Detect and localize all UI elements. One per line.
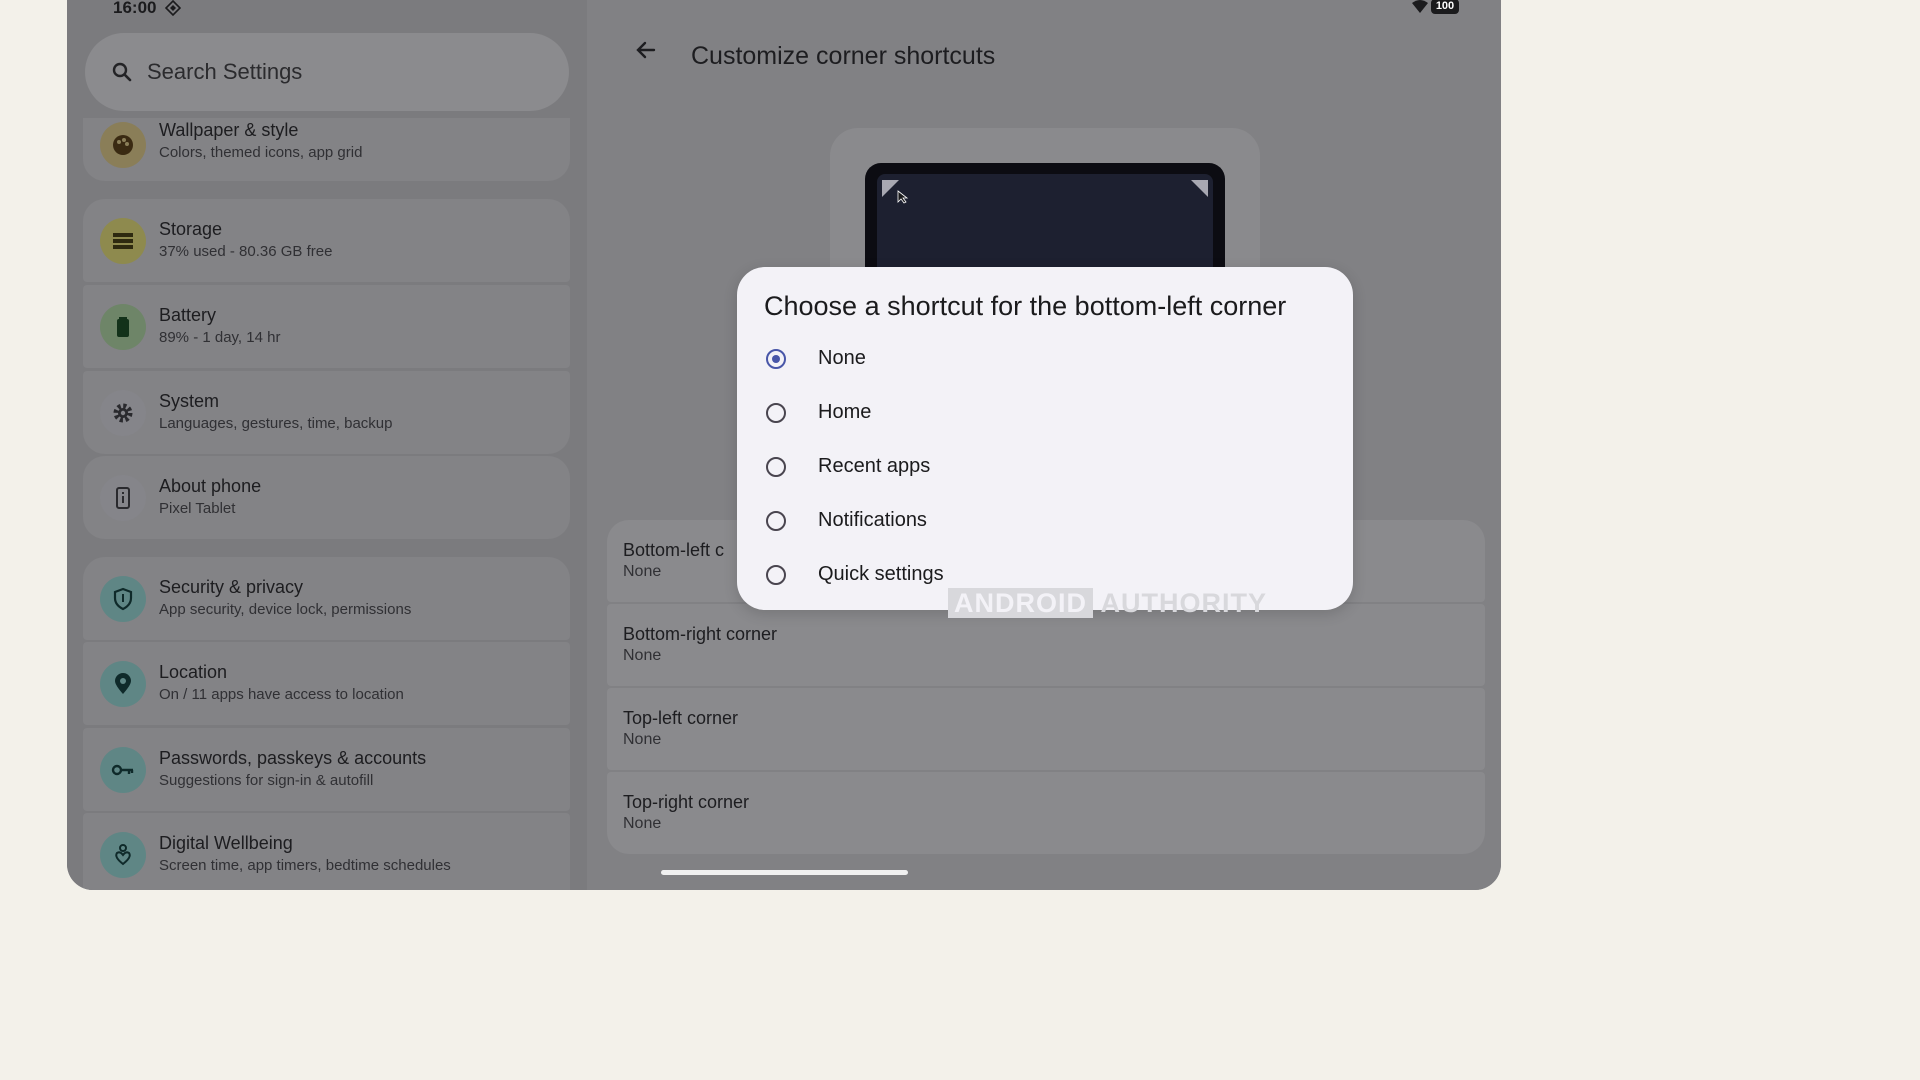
option-notifications[interactable]: Notifications: [764, 501, 1324, 545]
setting-subtitle: 89% - 1 day, 14 hr: [159, 329, 281, 346]
key-icon: [100, 747, 146, 793]
setting-subtitle: Languages, gestures, time, backup: [159, 415, 393, 432]
setting-subtitle: On / 11 apps have access to location: [159, 686, 404, 703]
back-button[interactable]: [632, 36, 660, 69]
corner-value: None: [623, 731, 662, 748]
setting-passwords-accounts[interactable]: Passwords, passkeys & accounts Suggestio…: [83, 728, 570, 811]
setting-about-phone[interactable]: About phone Pixel Tablet: [83, 456, 570, 539]
setting-subtitle: Suggestions for sign-in & autofill: [159, 772, 374, 789]
corner-value: None: [623, 815, 662, 832]
setting-subtitle: Screen time, app timers, bedtime schedul…: [159, 857, 451, 874]
location-pin-icon: [100, 661, 146, 707]
corner-item-top-right[interactable]: Top-right corner None: [607, 772, 1485, 854]
dialog-title: Choose a shortcut for the bottom-left co…: [764, 291, 1287, 321]
setting-battery[interactable]: Battery 89% - 1 day, 14 hr: [83, 285, 570, 368]
setting-storage[interactable]: Storage 37% used - 80.36 GB free: [83, 199, 570, 282]
palette-icon: [100, 122, 146, 168]
radio-button[interactable]: [766, 403, 786, 423]
shortcut-dialog: Choose a shortcut for the bottom-left co…: [737, 267, 1353, 610]
gear-icon: [100, 390, 146, 436]
gesture-nav-bar[interactable]: [661, 870, 908, 875]
battery-icon: [100, 304, 146, 350]
corner-item-top-left[interactable]: Top-left corner None: [607, 688, 1485, 770]
option-label: Recent apps: [818, 455, 931, 477]
setting-title: Security & privacy: [159, 577, 304, 597]
setting-title: Battery: [159, 305, 217, 325]
option-label: None: [818, 347, 866, 369]
cursor-icon: [897, 190, 909, 204]
watermark-part1: ANDROID: [948, 588, 1093, 618]
sync-icon: [164, 0, 182, 21]
setting-security-privacy[interactable]: Security & privacy App security, device …: [83, 557, 570, 640]
setting-title: System: [159, 391, 220, 411]
option-none[interactable]: None: [764, 339, 1324, 383]
radio-button[interactable]: [766, 457, 786, 477]
corner-value: None: [623, 563, 662, 580]
corner-top-right-icon: [1191, 180, 1208, 197]
option-label: Home: [818, 401, 872, 423]
corner-title: Top-right corner: [623, 792, 750, 812]
setting-subtitle: Colors, themed icons, app grid: [159, 144, 363, 161]
option-recent-apps[interactable]: Recent apps: [764, 447, 1324, 491]
corner-title: Bottom-left c: [623, 540, 725, 560]
wellbeing-icon: [100, 832, 146, 878]
storage-icon: [100, 218, 146, 264]
radio-button[interactable]: [766, 511, 786, 531]
status-time: 16:00: [113, 0, 157, 17]
phone-info-icon: [100, 475, 146, 521]
setting-subtitle: 37% used - 80.36 GB free: [159, 243, 333, 260]
setting-title: Location: [159, 662, 228, 682]
wifi-icon: [1411, 0, 1429, 19]
search-icon: [111, 61, 133, 88]
corner-value: None: [623, 647, 662, 664]
setting-title: Passwords, passkeys & accounts: [159, 748, 427, 768]
option-home[interactable]: Home: [764, 393, 1324, 437]
setting-title: Wallpaper & style: [159, 120, 299, 140]
radio-button[interactable]: [766, 349, 786, 369]
search-input[interactable]: Search Settings: [85, 33, 569, 111]
radio-button[interactable]: [766, 565, 786, 585]
option-label: Quick settings: [818, 563, 944, 585]
setting-digital-wellbeing[interactable]: Digital Wellbeing Screen time, app timer…: [83, 813, 570, 890]
search-placeholder: Search Settings: [147, 59, 303, 84]
shield-icon: [100, 576, 146, 622]
page-title: Customize corner shortcuts: [691, 42, 996, 70]
status-bar: 16:00 100: [67, 0, 1501, 20]
setting-subtitle: App security, device lock, permissions: [159, 601, 412, 618]
watermark: ANDROID AUTHORITY: [948, 588, 1267, 619]
option-label: Notifications: [818, 509, 927, 531]
corner-title: Bottom-right corner: [623, 624, 778, 644]
battery-level: 100: [1431, 0, 1459, 14]
setting-subtitle: Pixel Tablet: [159, 500, 236, 517]
setting-location[interactable]: Location On / 11 apps have access to loc…: [83, 642, 570, 725]
setting-wallpaper-style[interactable]: Wallpaper & style Colors, themed icons, …: [83, 118, 570, 181]
setting-system[interactable]: System Languages, gestures, time, backup: [83, 371, 570, 454]
watermark-part2: AUTHORITY: [1100, 588, 1267, 618]
setting-title: About phone: [159, 476, 262, 496]
setting-title: Digital Wellbeing: [159, 833, 293, 853]
corner-title: Top-left corner: [623, 708, 739, 728]
setting-title: Storage: [159, 219, 223, 239]
